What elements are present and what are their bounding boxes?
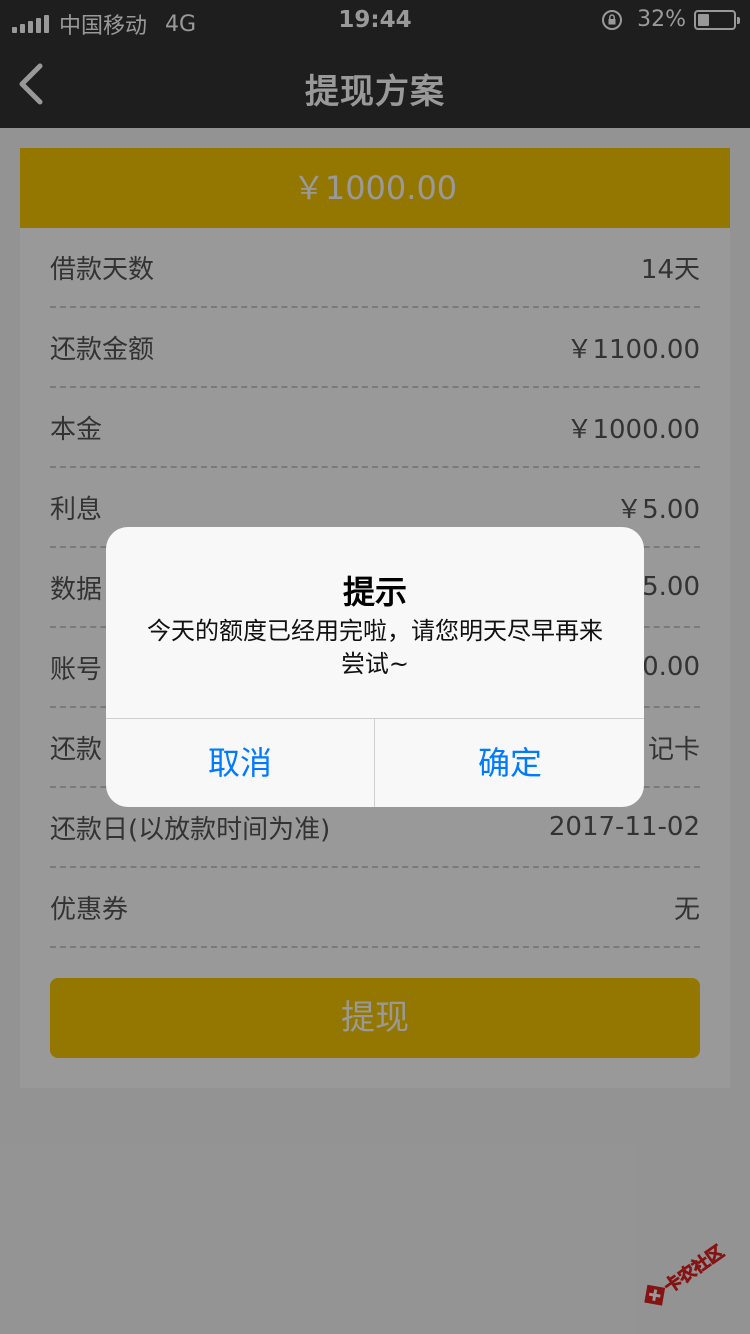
cancel-button[interactable]: 取消 <box>106 719 374 807</box>
confirm-button[interactable]: 确定 <box>376 719 644 807</box>
alert-message: 今天的额度已经用完啦，请您明天尽早再来尝试~ <box>147 617 603 678</box>
alert-button-divider <box>374 719 375 807</box>
alert-title: 提示 <box>342 573 407 611</box>
alert-dialog: 提示 今天的额度已经用完啦，请您明天尽早再来尝试~ 取消 确定 <box>106 527 644 807</box>
